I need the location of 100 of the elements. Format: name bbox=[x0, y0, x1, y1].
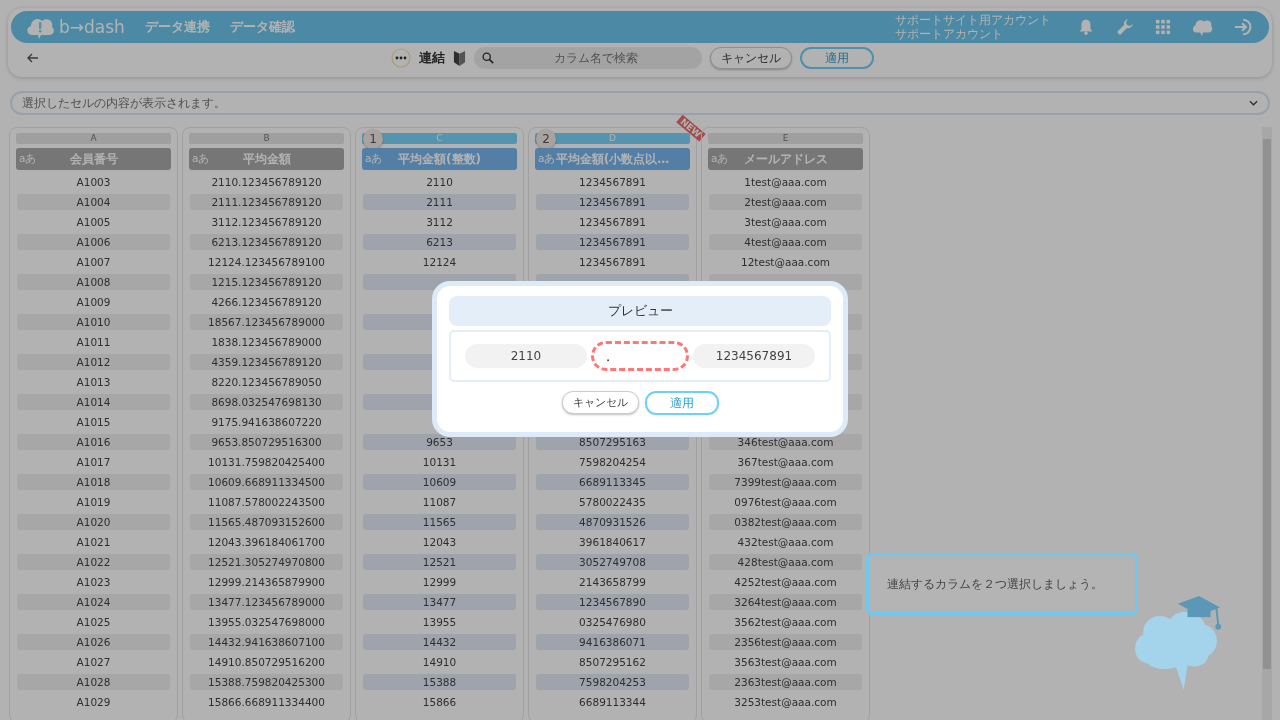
chevron-down-icon[interactable] bbox=[1249, 100, 1258, 106]
table-cell[interactable]: 2110 bbox=[363, 174, 516, 190]
table-cell[interactable]: A1022 bbox=[17, 554, 170, 570]
table-cell[interactable]: A1020 bbox=[17, 514, 170, 530]
table-cell[interactable]: 2111.123456789120 bbox=[190, 194, 343, 210]
table-cell[interactable]: 13477.123456789000 bbox=[190, 594, 343, 610]
table-cell[interactable]: 15866.668911334400 bbox=[190, 694, 343, 710]
table-cell[interactable]: A1018 bbox=[17, 474, 170, 490]
table-cell[interactable]: 10131 bbox=[363, 454, 516, 470]
table-cell[interactable]: A1007 bbox=[17, 254, 170, 270]
table-cell[interactable]: A1023 bbox=[17, 574, 170, 590]
table-cell[interactable]: 3112 bbox=[363, 214, 516, 230]
table-cell[interactable]: A1008 bbox=[17, 274, 170, 290]
table-cell[interactable]: 12124.123456789100 bbox=[190, 254, 343, 270]
table-cell[interactable]: A1015 bbox=[17, 414, 170, 430]
table-cell[interactable]: A1017 bbox=[17, 454, 170, 470]
table-cell[interactable]: 8698.032547698130 bbox=[190, 394, 343, 410]
table-cell[interactable]: 7598204253 bbox=[536, 674, 689, 690]
table-cell[interactable]: 6689113344 bbox=[536, 694, 689, 710]
table-cell[interactable]: 10609.668911334500 bbox=[190, 474, 343, 490]
table-cell[interactable]: 9653.850729516300 bbox=[190, 434, 343, 450]
table-cell[interactable]: 12043 bbox=[363, 534, 516, 550]
table-cell[interactable]: 12test@aaa.com bbox=[709, 254, 862, 270]
table-cell[interactable]: 18567.123456789000 bbox=[190, 314, 343, 330]
table-cell[interactable]: 3test@aaa.com bbox=[709, 214, 862, 230]
table-cell[interactable]: 2363test@aaa.com bbox=[709, 674, 862, 690]
search-field[interactable]: カラム名で検索 bbox=[474, 47, 702, 69]
table-cell[interactable]: 8220.123456789050 bbox=[190, 374, 343, 390]
table-cell[interactable]: 9416386071 bbox=[536, 634, 689, 650]
table-cell[interactable]: 0976test@aaa.com bbox=[709, 494, 862, 510]
dialog-button[interactable]: キャンセル bbox=[561, 391, 639, 414]
table-cell[interactable]: 15866 bbox=[363, 694, 516, 710]
table-cell[interactable]: 3052749708 bbox=[536, 554, 689, 570]
table-cell[interactable]: 12043.396184061700 bbox=[190, 534, 343, 550]
table-cell[interactable]: 15388.759820425300 bbox=[190, 674, 343, 690]
scrollbar[interactable] bbox=[1262, 127, 1272, 720]
apps-grid-icon[interactable] bbox=[1155, 19, 1171, 35]
table-cell[interactable]: A1004 bbox=[17, 194, 170, 210]
table-cell[interactable]: 8507295162 bbox=[536, 654, 689, 670]
table-cell[interactable]: 4252test@aaa.com bbox=[709, 574, 862, 590]
table-cell[interactable]: 14910.850729516200 bbox=[190, 654, 343, 670]
table-cell[interactable]: 1234567891 bbox=[536, 214, 689, 230]
table-cell[interactable]: 432test@aaa.com bbox=[709, 534, 862, 550]
table-cell[interactable]: A1024 bbox=[17, 594, 170, 610]
table-cell[interactable]: 12124 bbox=[363, 254, 516, 270]
table-cell[interactable]: 14910 bbox=[363, 654, 516, 670]
table-cell[interactable]: A1011 bbox=[17, 334, 170, 350]
table-cell[interactable]: 15388 bbox=[363, 674, 516, 690]
table-cell[interactable]: 11565 bbox=[363, 514, 516, 530]
table-cell[interactable]: A1009 bbox=[17, 294, 170, 310]
table-cell[interactable]: A1027 bbox=[17, 654, 170, 670]
table-cell[interactable]: A1021 bbox=[17, 534, 170, 550]
beginner-mark-icon[interactable] bbox=[453, 50, 466, 66]
table-cell[interactable]: 13955 bbox=[363, 614, 516, 630]
table-cell[interactable]: 1215.123456789120 bbox=[190, 274, 343, 290]
table-cell[interactable]: A1006 bbox=[17, 234, 170, 250]
table-cell[interactable]: 6213 bbox=[363, 234, 516, 250]
table-cell[interactable]: 1234567891 bbox=[536, 194, 689, 210]
table-cell[interactable]: 367test@aaa.com bbox=[709, 454, 862, 470]
table-cell[interactable]: A1016 bbox=[17, 434, 170, 450]
table-cell[interactable]: 9175.941638607220 bbox=[190, 414, 343, 430]
table-cell[interactable]: A1029 bbox=[17, 694, 170, 710]
table-cell[interactable]: 1test@aaa.com bbox=[709, 174, 862, 190]
table-cell[interactable]: 10609 bbox=[363, 474, 516, 490]
table-cell[interactable]: 0325476980 bbox=[536, 614, 689, 630]
table-cell[interactable]: 3562test@aaa.com bbox=[709, 614, 862, 630]
table-cell[interactable]: 12521.305274970800 bbox=[190, 554, 343, 570]
cloud-icon[interactable] bbox=[1191, 17, 1213, 37]
table-cell[interactable]: 1234567890 bbox=[536, 594, 689, 610]
table-cell[interactable]: 4870931526 bbox=[536, 514, 689, 530]
table-cell[interactable]: 1234567891 bbox=[536, 174, 689, 190]
table-cell[interactable]: A1005 bbox=[17, 214, 170, 230]
table-cell[interactable]: 1234567891 bbox=[536, 234, 689, 250]
table-cell[interactable]: 12999 bbox=[363, 574, 516, 590]
table-cell[interactable]: 2356test@aaa.com bbox=[709, 634, 862, 650]
table-cell[interactable]: 2143658799 bbox=[536, 574, 689, 590]
table-cell[interactable]: 11087 bbox=[363, 494, 516, 510]
separator-field[interactable]: . bbox=[591, 341, 689, 371]
table-cell[interactable]: 10131.759820425400 bbox=[190, 454, 343, 470]
table-cell[interactable]: 3264test@aaa.com bbox=[709, 594, 862, 610]
table-cell[interactable]: 4359.123456789120 bbox=[190, 354, 343, 370]
table-cell[interactable]: 11565.487093152600 bbox=[190, 514, 343, 530]
cell-content-field[interactable]: 選択したセルの内容が表示されます。 bbox=[10, 91, 1270, 115]
table-cell[interactable]: 7399test@aaa.com bbox=[709, 474, 862, 490]
table-cell[interactable]: 5780022435 bbox=[536, 494, 689, 510]
table-cell[interactable]: 3112.123456789120 bbox=[190, 214, 343, 230]
column-tab[interactable]: E bbox=[708, 133, 863, 144]
table-cell[interactable]: A1010 bbox=[17, 314, 170, 330]
table-cell[interactable]: 13955.032547698000 bbox=[190, 614, 343, 630]
table-cell[interactable]: 2111 bbox=[363, 194, 516, 210]
table-cell[interactable]: 6213.123456789120 bbox=[190, 234, 343, 250]
table-cell[interactable]: A1012 bbox=[17, 354, 170, 370]
table-cell[interactable]: 7598204254 bbox=[536, 454, 689, 470]
column-tab[interactable]: B bbox=[189, 133, 344, 144]
table-cell[interactable]: 11087.578002243500 bbox=[190, 494, 343, 510]
wrench-icon[interactable] bbox=[1115, 17, 1135, 37]
bell-icon[interactable] bbox=[1077, 18, 1095, 36]
dialog-button[interactable]: 適用 bbox=[644, 391, 719, 415]
table-cell[interactable]: A1014 bbox=[17, 394, 170, 410]
table-cell[interactable]: 3253test@aaa.com bbox=[709, 694, 862, 710]
